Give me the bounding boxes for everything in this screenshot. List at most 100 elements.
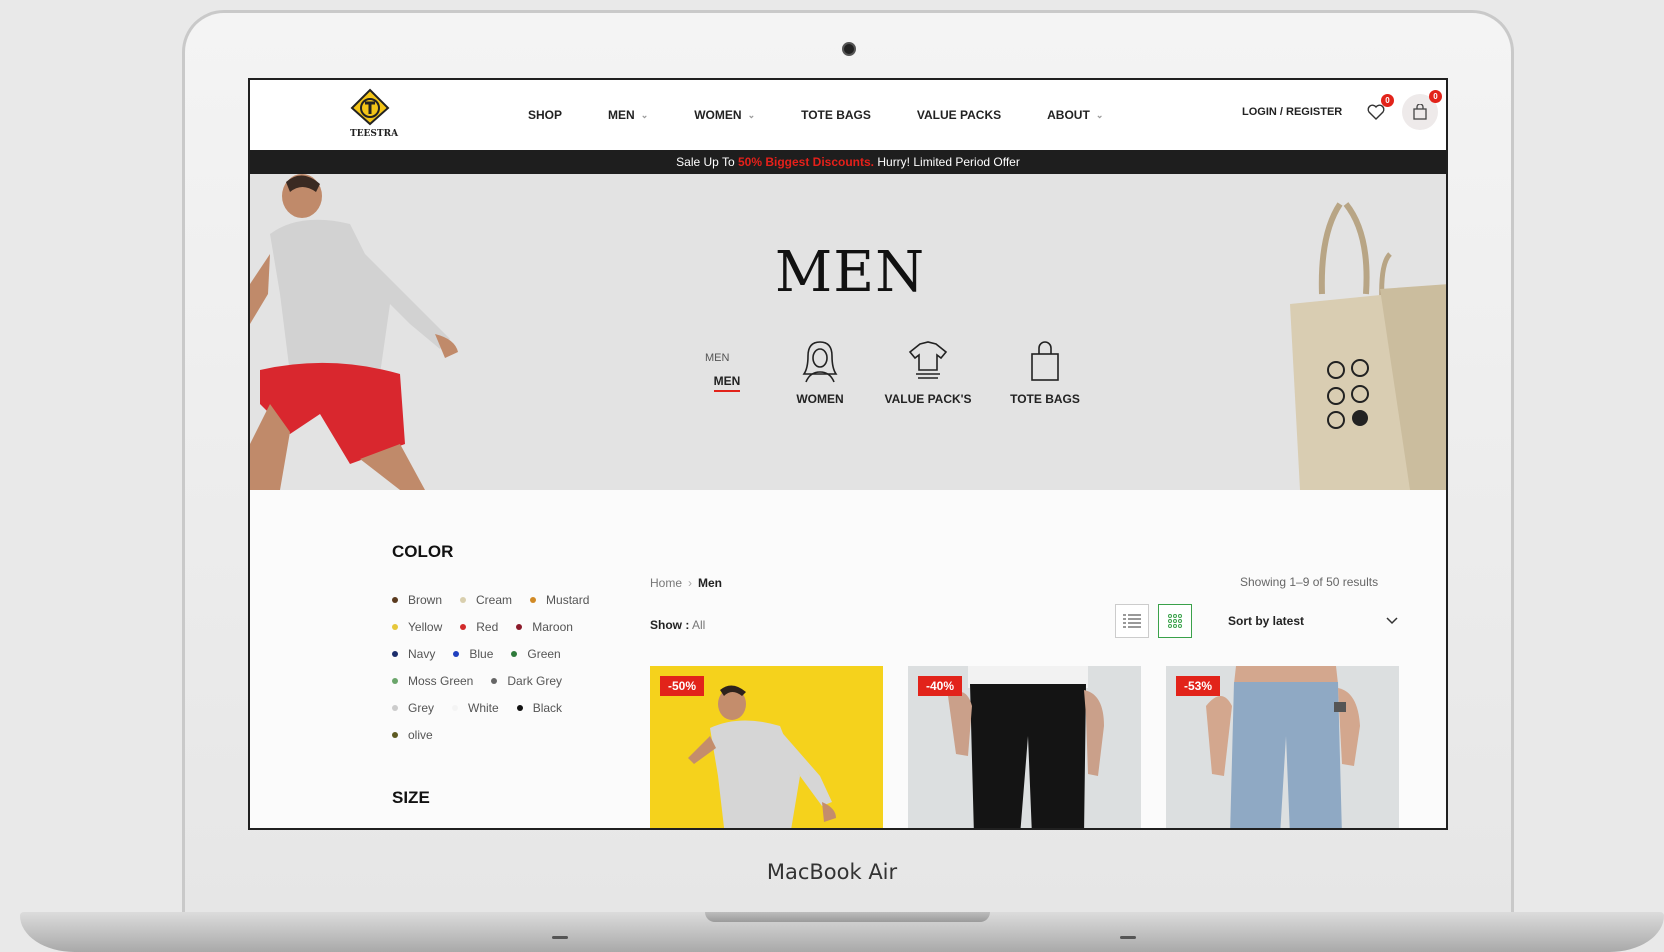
chevron-down-icon: ⌄ [640,109,649,120]
list-view-button[interactable] [1115,604,1149,638]
category-tab-women[interactable]: WOMEN [790,338,850,406]
color-dot [392,704,398,711]
laptop-notch [705,912,990,922]
wishlist-button[interactable]: 0 [1362,94,1394,126]
show-selector[interactable]: Show : All [650,618,705,632]
category-hero: MEN MEN MEN WOMEN VALUE PACK'S TOTE BAGS [250,174,1446,490]
color-option-blue[interactable]: Blue [453,647,493,661]
login-register-link[interactable]: LOGIN / REGISTER [1242,106,1342,118]
sort-dropdown[interactable]: Sort by latest [1228,610,1398,632]
category-tab-men[interactable]: MEN MEN [705,352,749,392]
laptop-foot [552,936,568,939]
show-label: Show : [650,618,690,632]
color-option-black[interactable]: Black [516,700,563,715]
color-option-white[interactable]: White [452,701,499,715]
breadcrumb-home[interactable]: Home [650,576,682,590]
color-option-olive[interactable]: olive [392,728,433,742]
color-name: Green [527,646,561,661]
breadcrumb: Home › Men [650,576,722,590]
category-tab-value-packs[interactable]: VALUE PACK'S [878,338,978,406]
color-dot [460,596,467,603]
color-name: Moss Green [408,673,474,688]
sort-label: Sort by latest [1228,614,1305,628]
category-label: VALUE PACK'S [884,392,972,406]
menu-label: WOMEN [694,108,742,122]
color-row: Yellow Red Maroon [392,613,612,640]
discount-badge: -50% [660,676,705,696]
color-name: olive [408,727,433,742]
broken-image-icon: MEN [705,352,730,364]
color-name: Grey [408,700,435,715]
menu-item-shop[interactable]: SHOP [528,108,562,122]
chevron-down-icon [1386,617,1398,625]
color-dot [392,650,398,657]
results-count: Showing 1–9 of 50 results [1240,575,1379,589]
woman-icon [802,341,838,383]
color-dot [516,623,523,630]
color-name: Navy [408,646,436,661]
color-name: Red [476,619,499,634]
product-card[interactable]: -50% [650,666,883,828]
promo-highlight[interactable]: 50% Biggest Discounts. [738,155,874,169]
color-row: Navy Blue Green [392,640,612,667]
color-row: Brown Cream Mustard [392,586,612,613]
screen: TEESTRA SHOP MEN ⌄ WOMEN ⌄ TOTE BAGS VALUE… [248,78,1448,830]
product-card[interactable]: -53% [1166,666,1399,828]
menu-item-tote-bags[interactable]: TOTE BAGS [801,108,871,122]
menu-item-about[interactable]: ABOUT ⌄ [1047,108,1103,122]
color-filter-title: COLOR [392,542,454,561]
product-card[interactable]: -40% [908,666,1141,828]
menu-label: VALUE PACKS [916,108,1002,122]
hero-model-photo [250,174,490,490]
color-row: Moss Green Dark Grey [392,667,612,694]
color-name: Black [532,700,563,715]
color-option-mustard[interactable]: Mustard [530,593,589,607]
site-logo[interactable]: TEESTRA [350,88,398,139]
color-option-dark-grey[interactable]: Dark Grey [491,674,562,688]
heart-icon [1367,104,1385,120]
product-listing: COLOR Brown Cream Mustard Yellow Red Mar… [250,490,1446,828]
laptop-foot [1120,936,1136,939]
chevron-down-icon: ⌄ [747,109,756,120]
tshirt-stack-icon [908,341,948,379]
webcam [842,42,856,56]
color-dot [530,596,537,603]
color-name: Brown [408,592,443,607]
cart-button[interactable]: 0 [1402,90,1442,130]
menu-label: ABOUT [1047,108,1090,122]
color-dot [460,623,467,630]
tote-bag-icon [1031,341,1059,381]
color-option-grey[interactable]: Grey [392,701,434,715]
color-name: Dark Grey [507,673,563,688]
color-name: Yellow [408,619,443,634]
color-dot [511,650,518,657]
category-label: MEN [713,374,741,392]
color-option-moss-green[interactable]: Moss Green [392,674,473,688]
hero-tote-bag-photo [1290,202,1446,490]
wishlist-count-badge: 0 [1381,94,1394,107]
discount-badge: -40% [918,676,963,696]
menu-item-men[interactable]: MEN ⌄ [608,108,648,122]
color-name: Cream [476,592,513,607]
discount-badge: -53% [1176,676,1221,696]
menu-label: SHOP [528,108,563,122]
promo-bar: Sale Up To 50% Biggest Discounts. Hurry!… [250,150,1446,174]
show-value: All [692,618,706,632]
grid-view-button[interactable] [1158,604,1192,638]
menu-label: MEN [608,108,635,122]
category-tab-tote-bags[interactable]: TOTE BAGS [1000,338,1090,406]
color-option-maroon[interactable]: Maroon [516,620,573,634]
color-option-cream[interactable]: Cream [460,593,512,607]
color-option-red[interactable]: Red [460,620,498,634]
cart-count-badge: 0 [1429,90,1442,103]
color-option-yellow[interactable]: Yellow [392,620,442,634]
color-option-brown[interactable]: Brown [392,593,442,607]
color-option-green[interactable]: Green [511,646,561,661]
list-view-icon [1123,614,1141,628]
menu-item-value-packs[interactable]: VALUE PACKS [917,108,1001,122]
menu-item-women[interactable]: WOMEN ⌄ [694,108,755,122]
promo-text: Hurry! Limited Period Offer [874,155,1020,169]
color-dot [453,650,460,657]
color-filter-list: Brown Cream Mustard Yellow Red Maroon Na… [392,586,612,748]
color-option-navy[interactable]: Navy [392,647,435,661]
